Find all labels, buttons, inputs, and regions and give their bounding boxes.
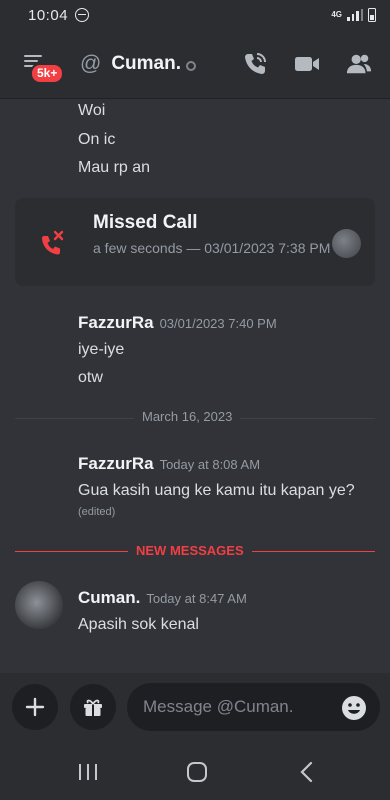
status-bar: 10:04 4G xyxy=(0,0,390,30)
author-name[interactable]: Cuman. xyxy=(78,588,140,607)
message-text: Gua kasih uang ke kamu itu kapan ye? xyxy=(78,482,355,499)
timestamp: Today at 8:08 AM xyxy=(159,457,261,472)
date-divider: March 16, 2023 xyxy=(134,409,241,424)
new-messages-label: NEW MESSAGES xyxy=(128,543,252,558)
missed-call-card[interactable]: Missed Call a few seconds — 03/01/2023 7… xyxy=(15,198,375,286)
missed-call-title: Missed Call xyxy=(93,212,198,233)
video-call-button[interactable] xyxy=(294,51,320,77)
at-icon: @ xyxy=(80,52,102,75)
members-icon xyxy=(346,54,372,74)
author-name[interactable]: FazzurRa xyxy=(78,454,154,473)
gift-button[interactable] xyxy=(70,684,116,730)
attach-button[interactable] xyxy=(12,684,58,730)
battery-icon xyxy=(368,8,376,22)
message-header: FazzurRa Today at 8:08 AM xyxy=(78,454,260,474)
status-right: 4G xyxy=(331,8,376,22)
offline-status-icon xyxy=(186,61,197,71)
call-button[interactable] xyxy=(242,51,268,77)
message-text: Apasih sok kenal xyxy=(78,616,199,633)
message-text: iye-iye xyxy=(78,341,125,358)
network-label: 4G xyxy=(331,10,342,19)
message-header: Cuman. Today at 8:47 AM xyxy=(78,588,247,608)
notification-badge: 5k+ xyxy=(30,63,65,84)
author-name[interactable]: FazzurRa xyxy=(78,313,154,332)
edited-tag: (edited) xyxy=(78,506,116,518)
message-text: otw xyxy=(78,369,103,386)
message-text: Mau rp an xyxy=(78,159,151,176)
call-icon xyxy=(245,53,266,74)
message-text: Woi xyxy=(78,102,106,119)
avatar[interactable] xyxy=(332,229,361,258)
system-nav-bar xyxy=(0,741,390,800)
chat-header: 5k+ @ Cuman. xyxy=(0,30,390,98)
emoji-icon[interactable] xyxy=(341,695,367,721)
message-header: FazzurRa 03/01/2023 7:40 PM xyxy=(78,313,277,333)
status-time: 10:04 xyxy=(28,6,69,24)
composer xyxy=(0,673,390,741)
message-text: On ic xyxy=(78,131,116,148)
back-button[interactable] xyxy=(294,759,320,785)
recent-apps-icon xyxy=(79,764,97,780)
timestamp: 03/01/2023 7:40 PM xyxy=(159,316,277,331)
video-icon xyxy=(295,57,319,71)
page-title[interactable]: Cuman. xyxy=(111,53,181,75)
back-icon xyxy=(300,761,313,783)
home-icon xyxy=(187,762,207,782)
signal-icon xyxy=(347,9,363,21)
gift-icon xyxy=(84,699,102,716)
plus-icon xyxy=(25,697,45,717)
menu-button[interactable]: 5k+ xyxy=(22,51,65,84)
recent-apps-button[interactable] xyxy=(75,759,101,785)
dnd-icon xyxy=(75,8,90,22)
message-list[interactable]: Woi On ic Mau rp an Missed Call a few se… xyxy=(0,98,390,673)
home-button[interactable] xyxy=(184,759,210,785)
avatar[interactable] xyxy=(15,581,63,629)
members-button[interactable] xyxy=(346,51,372,77)
missed-call-icon xyxy=(42,230,64,255)
missed-call-subtitle: a few seconds — 03/01/2023 7:38 PM xyxy=(93,240,331,256)
timestamp: Today at 8:47 AM xyxy=(146,591,247,606)
